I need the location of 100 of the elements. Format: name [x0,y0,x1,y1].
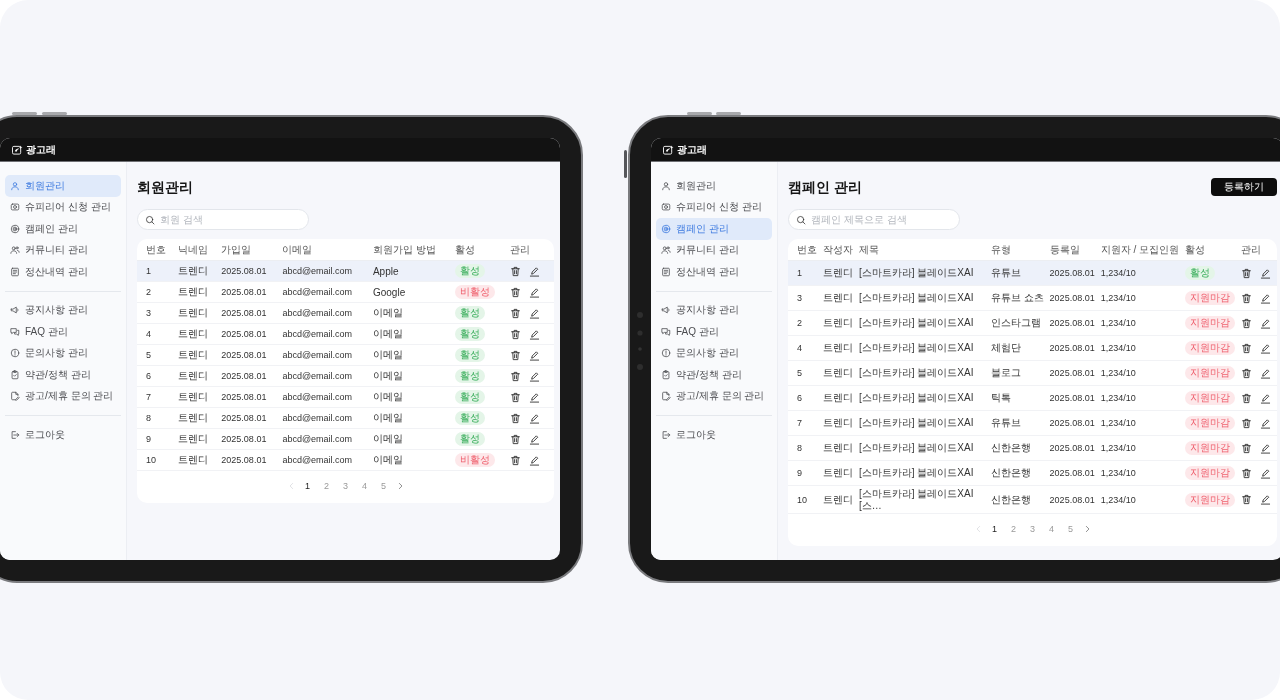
delete-button[interactable] [510,286,522,298]
edit-button[interactable] [1260,292,1271,304]
table-row[interactable]: 2 트렌디 [스마트카라] 블레이드XAI 인스타그램 2025.08.01 1,234/10 지원마감 [788,310,1277,336]
delete-button[interactable] [1241,342,1252,354]
edit-button[interactable] [1260,494,1271,505]
table-row[interactable]: 5 트렌디 [스마트카라] 블레이드XAI 블로그 2025.08.01 1,234/10 지원마감 [788,360,1277,386]
sidebar-item[interactable]: 캠페인 관리 [5,218,121,240]
sidebar-item[interactable]: 약관/정책 관리 [656,364,772,386]
sidebar-item[interactable]: 문의사항 관리 [5,342,121,364]
edit-button[interactable] [529,265,541,277]
table-cell: 이메일 [369,407,453,429]
sidebar-item[interactable]: 문의사항 관리 [656,342,772,364]
table-row[interactable]: 6 트렌디 [스마트카라] 블레이드XAI 틱톡 2025.08.01 1,234/10 지원마감 [788,385,1277,411]
delete-button[interactable] [510,412,522,424]
edit-button[interactable] [1260,442,1271,454]
document-icon [661,266,671,277]
edit-button[interactable] [1260,317,1271,329]
delete-button[interactable] [1241,367,1252,379]
pencil-icon [529,286,541,298]
edit-button[interactable] [1260,417,1271,429]
sidebar-item[interactable]: 슈피리어 신청 관리 [656,196,772,218]
search-field[interactable]: 회원 검색 [137,209,309,230]
register-button[interactable]: 등록하기 [1211,178,1277,196]
delete-button[interactable] [510,433,522,445]
delete-button[interactable] [510,265,522,277]
edit-button[interactable] [1260,267,1271,279]
sidebar-item[interactable]: 약관/정책 관리 [5,364,121,386]
delete-button[interactable] [510,349,522,361]
delete-button[interactable] [510,391,522,403]
delete-button[interactable] [1241,494,1252,505]
delete-button[interactable] [510,370,522,382]
delete-button[interactable] [510,307,522,319]
sidebar-item[interactable]: 커뮤니티 관리 [5,239,121,261]
table-row[interactable]: 5 트렌디 2025.08.01 abcd@email.com 이메일 활성 [137,344,554,366]
delete-button[interactable] [1241,442,1252,454]
sidebar-item[interactable]: 캠페인 관리 [656,218,772,240]
table-cell: 트렌디 [175,449,219,471]
table-row[interactable]: 6 트렌디 2025.08.01 abcd@email.com 이메일 활성 [137,365,554,387]
table-row[interactable]: 1 트렌디 2025.08.01 abcd@email.com Apple 활성 [137,260,554,282]
table-row[interactable]: 10 트렌디 2025.08.01 abcd@email.com 이메일 비활성 [137,449,554,471]
table-cell: 블로그 [987,360,1047,386]
search-field[interactable]: 캠페인 제목으로 검색 [788,209,960,230]
sidebar-item[interactable]: FAQ 관리 [656,321,772,343]
sidebar-item[interactable]: FAQ 관리 [5,321,121,343]
hardware-button-icon [12,112,37,115]
edit-button[interactable] [529,454,541,466]
sidebar-item[interactable]: 슈피리어 신청 관리 [5,196,121,218]
sidebar-item[interactable]: 로그아웃 [5,424,121,446]
sidebar-item[interactable]: 공지사항 관리 [656,299,772,321]
table-row[interactable]: 3 트렌디 [스마트카라] 블레이드XAI 유튜브 쇼츠 2025.08.01 1,234/10 지원마감 [788,285,1277,311]
sidebar-item[interactable]: 정산내역 관리 [656,261,772,283]
delete-button[interactable] [1241,392,1252,404]
table-cell: 1,234/10 [1097,260,1182,286]
table-row[interactable]: 8 트렌디 [스마트카라] 블레이드XAI 신한은행 2025.08.01 1,234/10 지원마감 [788,435,1277,461]
hardware-button-icon [624,150,627,178]
table-row[interactable]: 7 트렌디 [스마트카라] 블레이드XAI 유튜브 2025.08.01 1,234/10 지원마감 [788,410,1277,436]
edit-button[interactable] [1260,367,1271,379]
edit-button[interactable] [529,349,541,361]
delete-button[interactable] [510,454,522,466]
edit-button[interactable] [529,391,541,403]
column-header: 번호 [788,239,820,261]
delete-button[interactable] [1241,267,1252,279]
edit-button[interactable] [529,328,541,340]
logo-icon [663,144,674,155]
edit-button[interactable] [529,370,541,382]
table-cell: 2 [788,310,820,336]
table-row[interactable]: 7 트렌디 2025.08.01 abcd@email.com 이메일 활성 [137,386,554,408]
table-row[interactable]: 4 트렌디 2025.08.01 abcd@email.com 이메일 활성 [137,323,554,345]
edit-button[interactable] [1260,392,1271,404]
next-page-button[interactable] [1083,525,1091,533]
table-row[interactable]: 4 트렌디 [스마트카라] 블레이드XAI 체험단 2025.08.01 1,234/10 지원마감 [788,335,1277,361]
edit-button[interactable] [529,286,541,298]
page-button[interactable]: 1 [301,479,314,493]
sidebar-item[interactable]: 로그아웃 [656,424,772,446]
next-page-button[interactable] [396,482,404,490]
edit-button[interactable] [1260,342,1271,354]
edit-button[interactable] [529,433,541,445]
table-row[interactable]: 1 트렌디 [스마트카라] 블레이드XAI 유튜브 2025.08.01 1,234/10 활성 [788,260,1277,286]
delete-button[interactable] [510,328,522,340]
delete-button[interactable] [1241,292,1252,304]
delete-button[interactable] [1241,467,1252,479]
sidebar-item[interactable]: 회원관리 [656,175,772,197]
edit-button[interactable] [529,307,541,319]
table-row[interactable]: 3 트렌디 2025.08.01 abcd@email.com 이메일 활성 [137,302,554,324]
table-row[interactable]: 9 트렌디 2025.08.01 abcd@email.com 이메일 활성 [137,428,554,450]
sidebar-item[interactable]: 정산내역 관리 [5,261,121,283]
sidebar-item[interactable]: 공지사항 관리 [5,299,121,321]
sidebar-item[interactable]: 커뮤니티 관리 [656,239,772,261]
page-button[interactable]: 1 [988,522,1001,536]
delete-button[interactable] [1241,317,1252,329]
edit-button[interactable] [529,412,541,424]
table-row[interactable]: 9 트렌디 [스마트카라] 블레이드XAI 신한은행 2025.08.01 1,234/10 지원마감 [788,460,1277,486]
sidebar-item[interactable]: 회원관리 [5,175,121,197]
table-row[interactable]: 8 트렌디 2025.08.01 abcd@email.com 이메일 활성 [137,407,554,429]
table-cell: 6 [788,385,820,411]
table-row[interactable]: 2 트렌디 2025.08.01 abcd@email.com Google 비활성 [137,281,554,303]
edit-button[interactable] [1260,467,1271,479]
sidebar-item[interactable]: 광고/제휴 문의 관리 [656,385,772,407]
delete-button[interactable] [1241,417,1252,429]
sidebar-item[interactable]: 광고/제휴 문의 관리 [5,385,121,407]
